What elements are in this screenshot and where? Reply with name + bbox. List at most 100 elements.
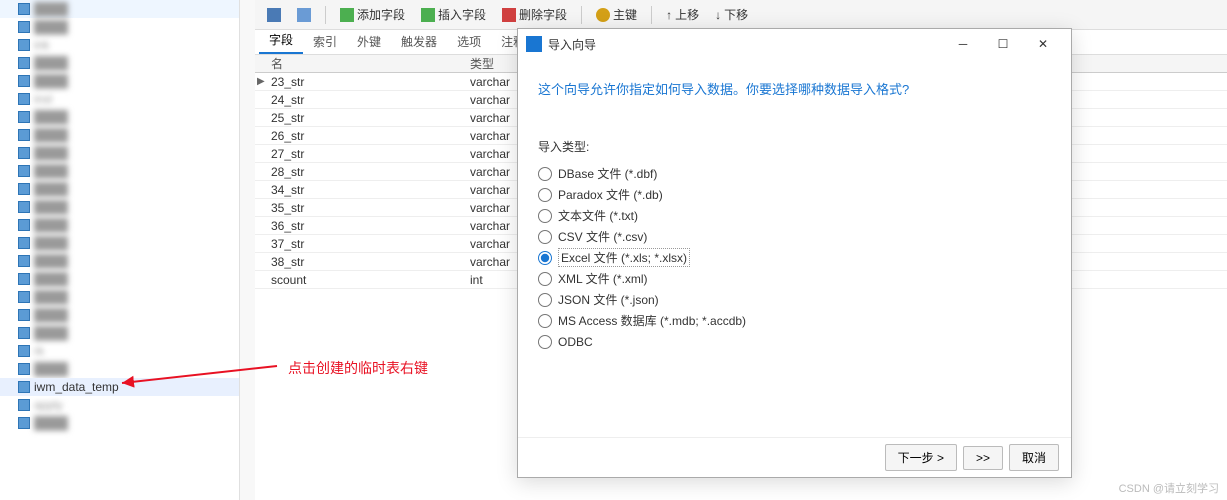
col-name[interactable]: 名 <box>255 55 470 72</box>
move-up-button[interactable]: 上移 <box>660 4 705 25</box>
table-icon <box>18 255 30 267</box>
cell-name[interactable]: 35_str <box>255 201 470 215</box>
tree-item[interactable]: ████ <box>0 252 239 270</box>
radio-input[interactable] <box>538 272 552 286</box>
tree-item-iwm-data-temp[interactable]: iwm_data_temp <box>0 378 239 396</box>
cell-name[interactable]: 28_str <box>255 165 470 179</box>
radio-input[interactable] <box>538 188 552 202</box>
save-as-button[interactable] <box>291 6 317 24</box>
radio-input[interactable] <box>538 209 552 223</box>
skip-button[interactable]: >> <box>963 446 1003 470</box>
radio-input[interactable] <box>538 251 552 265</box>
tree-item[interactable]: ████ <box>0 360 239 378</box>
tree-item-label: ████ <box>34 236 68 250</box>
add-field-button[interactable]: 添加字段 <box>334 4 411 25</box>
tree-item[interactable]: ████ <box>0 414 239 432</box>
primary-key-button[interactable]: 主键 <box>590 4 643 25</box>
table-icon <box>18 165 30 177</box>
import-wizard-dialog: 导入向导 ─ ☐ ✕ 这个向导允许你指定如何导入数据。你要选择哪种数据导入格式?… <box>517 28 1072 478</box>
option-label: Excel 文件 (*.xls; *.xlsx) <box>558 248 690 267</box>
tree-item-label: ████ <box>34 128 68 142</box>
table-icon <box>18 129 30 141</box>
cancel-button[interactable]: 取消 <box>1009 444 1059 471</box>
tree-item[interactable]: ████ <box>0 126 239 144</box>
tab-字段[interactable]: 字段 <box>259 27 303 54</box>
wizard-icon <box>526 36 542 52</box>
import-option[interactable]: ODBC <box>538 331 1051 352</box>
row-marker: ▶ <box>257 76 267 87</box>
tab-选项[interactable]: 选项 <box>447 29 491 54</box>
maximize-button[interactable]: ☐ <box>983 31 1023 57</box>
table-icon <box>18 93 30 105</box>
tree-item-label: ████ <box>34 74 68 88</box>
radio-input[interactable] <box>538 230 552 244</box>
import-option[interactable]: XML 文件 (*.xml) <box>538 268 1051 289</box>
import-option[interactable]: Excel 文件 (*.xls; *.xlsx) <box>538 247 1051 268</box>
tree-item[interactable]: insl <box>0 90 239 108</box>
radio-input[interactable] <box>538 314 552 328</box>
table-icon <box>18 291 30 303</box>
table-icon <box>18 327 30 339</box>
table-icon <box>18 21 30 33</box>
cell-name[interactable]: 36_str <box>255 219 470 233</box>
table-icon <box>18 345 30 357</box>
radio-input[interactable] <box>538 335 552 349</box>
table-icon <box>18 309 30 321</box>
tab-索引[interactable]: 索引 <box>303 29 347 54</box>
tree-item[interactable]: ████ <box>0 198 239 216</box>
import-type-label: 导入类型: <box>538 138 1051 155</box>
tree-item[interactable]: ████ <box>0 216 239 234</box>
import-option[interactable]: CSV 文件 (*.csv) <box>538 226 1051 247</box>
next-button[interactable]: 下一步 > <box>885 444 957 471</box>
save-button[interactable] <box>261 6 287 24</box>
tree-item[interactable]: ████ <box>0 18 239 36</box>
import-option[interactable]: 文本文件 (*.txt) <box>538 205 1051 226</box>
delete-field-button[interactable]: 删除字段 <box>496 4 573 25</box>
cell-name[interactable]: 26_str <box>255 129 470 143</box>
tree-item[interactable]: apply <box>0 396 239 414</box>
table-icon <box>18 57 30 69</box>
tree-item[interactable]: ████ <box>0 288 239 306</box>
radio-input[interactable] <box>538 167 552 181</box>
tab-触发器[interactable]: 触发器 <box>391 29 447 54</box>
tree-item[interactable]: ████ <box>0 162 239 180</box>
tree-item[interactable]: ████ <box>0 54 239 72</box>
tree-item-label: apply <box>34 398 63 412</box>
close-button[interactable]: ✕ <box>1023 31 1063 57</box>
table-icon <box>18 201 30 213</box>
tree-item[interactable]: ████ <box>0 324 239 342</box>
cell-name[interactable]: 23_str <box>255 75 470 89</box>
import-option[interactable]: Paradox 文件 (*.db) <box>538 184 1051 205</box>
tree-item[interactable]: ████ <box>0 108 239 126</box>
table-icon <box>18 183 30 195</box>
tree-item[interactable]: ink <box>0 36 239 54</box>
minimize-button[interactable]: ─ <box>943 31 983 57</box>
tab-外键[interactable]: 外键 <box>347 29 391 54</box>
cell-name[interactable]: 37_str <box>255 237 470 251</box>
tree-item[interactable]: ████ <box>0 180 239 198</box>
dialog-titlebar[interactable]: 导入向导 ─ ☐ ✕ <box>518 29 1071 59</box>
cell-name[interactable]: 38_str <box>255 255 470 269</box>
cell-name[interactable]: 25_str <box>255 111 470 125</box>
radio-input[interactable] <box>538 293 552 307</box>
cell-name[interactable]: scount <box>255 273 470 287</box>
tree-item[interactable]: ████ <box>0 72 239 90</box>
table-icon <box>18 219 30 231</box>
tree-item[interactable]: ████ <box>0 270 239 288</box>
table-icon <box>18 3 30 15</box>
import-option[interactable]: MS Access 数据库 (*.mdb; *.accdb) <box>538 310 1051 331</box>
import-option[interactable]: JSON 文件 (*.json) <box>538 289 1051 310</box>
cell-name[interactable]: 34_str <box>255 183 470 197</box>
tree-item[interactable]: rk <box>0 342 239 360</box>
import-option[interactable]: DBase 文件 (*.dbf) <box>538 163 1051 184</box>
move-down-button[interactable]: 下移 <box>709 4 754 25</box>
cell-name[interactable]: 27_str <box>255 147 470 161</box>
cell-name[interactable]: 24_str <box>255 93 470 107</box>
tree-item-label: ████ <box>34 20 68 34</box>
tree-item[interactable]: ████ <box>0 306 239 324</box>
tree-item-label: ████ <box>34 272 68 286</box>
tree-item[interactable]: ████ <box>0 234 239 252</box>
insert-field-button[interactable]: 插入字段 <box>415 4 492 25</box>
tree-item[interactable]: ████ <box>0 0 239 18</box>
tree-item[interactable]: ████ <box>0 144 239 162</box>
